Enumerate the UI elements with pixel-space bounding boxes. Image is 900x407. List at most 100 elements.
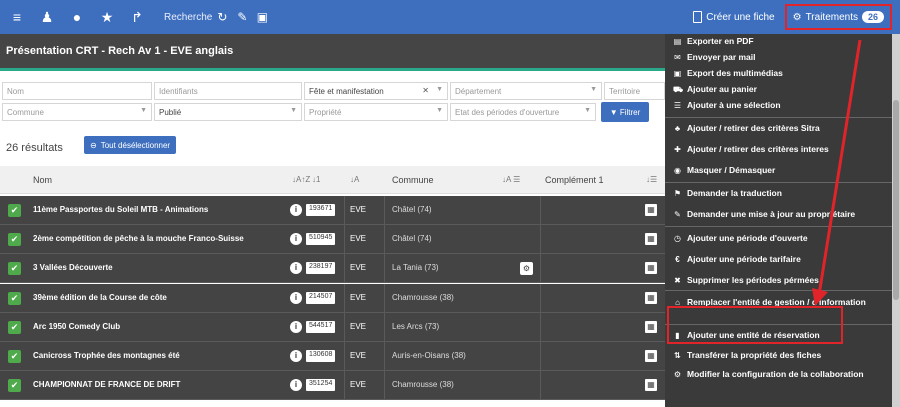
table-row[interactable]: ✔ 3 Vallées Découverte i 238197 EVE La Tania … (0, 254, 665, 284)
row-checkbox[interactable]: ✔ (8, 262, 21, 276)
sort-commune-icon[interactable]: ↓A ☰ (502, 175, 520, 184)
hamburger-menu-icon[interactable]: ≡ (2, 0, 32, 34)
menu-item[interactable]: ⚙ Modifier la configuration de la collabo… (665, 369, 892, 380)
row-type-code: EVE (350, 263, 367, 273)
row-name[interactable]: Arc 1950 Comedy Club (33, 322, 120, 331)
info-icon[interactable]: i (290, 262, 302, 275)
calendar-icon[interactable]: ▦ (645, 233, 657, 246)
list-icon: ☰ (673, 101, 682, 110)
table-row[interactable]: ✔ CHAMPIONNAT DE FRANCE DE DRIFT i 351254 EV… (0, 371, 665, 401)
menu-item[interactable]: ✖ Supprimer les périodes pérmées (665, 275, 892, 286)
type-select[interactable]: Fête et manifestation ✕ ▼ (304, 82, 448, 100)
menu-item-label: Ajouter au panier (687, 84, 757, 94)
menu-item-label: Ajouter à une sélection (687, 100, 781, 110)
row-id-badge: 214507 (306, 291, 336, 304)
etat-placeholder: Etat des périodes d'ouverture (455, 108, 560, 117)
sort-numeric-icon[interactable]: ↓1 (312, 175, 320, 184)
calendar-icon[interactable]: ▦ (645, 291, 657, 304)
menu-item[interactable]: ☰ Ajouter à une sélection (665, 100, 892, 111)
document-icon (693, 11, 703, 23)
calendar-icon[interactable]: ▦ (645, 320, 657, 333)
info-icon[interactable]: i (290, 291, 302, 304)
calendar-icon[interactable]: ▦ (645, 262, 657, 275)
row-checkbox[interactable]: ✔ (8, 233, 21, 247)
create-record-button[interactable]: Créer une fiche (693, 11, 775, 23)
row-checkbox[interactable]: ✔ (8, 379, 21, 393)
filtrer-button[interactable]: ▼ Filtrer (601, 102, 649, 122)
column-header-commune[interactable]: Commune (392, 175, 434, 185)
propriete-select[interactable]: Propriété ▼ (304, 103, 448, 121)
row-checkbox[interactable]: ✔ (8, 320, 21, 334)
table-row[interactable]: ✔ Arc 1950 Comedy Club i 544517 EVE Les Arcs … (0, 312, 665, 342)
row-checkbox[interactable]: ✔ (8, 350, 21, 363)
menu-item[interactable]: ✚ Ajouter / retirer des critères interes (665, 144, 892, 155)
menu-item[interactable]: ♣ Ajouter / retirer des critères Sitra (665, 123, 892, 134)
row-id-badge: 544517 (306, 320, 336, 333)
search-label[interactable]: Recherche (164, 12, 212, 23)
propriete-placeholder: Propriété (309, 108, 342, 117)
row-name[interactable]: CHAMPIONNAT DE FRANCE DE DRIFT (33, 380, 180, 389)
row-name[interactable]: 2ème compétition de pêche à la mouche Fr… (33, 234, 244, 243)
identifiants-input[interactable]: Identifiants (154, 82, 302, 100)
table-row[interactable]: ✔ 11ème Passportes du Soleil MTB - Animat… (0, 196, 665, 225)
info-icon[interactable]: i (290, 350, 302, 362)
departement-select[interactable]: Département ▼ (450, 82, 602, 100)
column-header-complement[interactable]: Complément 1 (545, 175, 604, 185)
menu-item[interactable]: ✎ Demander une mise à jour au propriétair… (665, 209, 892, 220)
transfer-icon: ⇅ (674, 351, 681, 360)
calendar-icon[interactable]: ▦ (645, 204, 657, 216)
refresh-icon[interactable]: ↻ (212, 0, 232, 34)
menu-item[interactable]: ◷ Ajouter une période d'ouverte (665, 233, 892, 244)
user-icon[interactable]: ♟ (32, 0, 62, 34)
menu-item[interactable]: ▣ Export des multimédias (665, 68, 892, 79)
chat-bubble-icon[interactable]: ● (62, 0, 92, 34)
menu-item[interactable]: ✉ Envoyer par mail (665, 52, 892, 63)
row-name[interactable]: 11ème Passportes du Soleil MTB - Animati… (33, 205, 208, 214)
table-row[interactable]: ✔ Canicross Trophée des montagnes été i 130… (0, 342, 665, 371)
info-icon[interactable]: i (290, 379, 302, 392)
traitements-button[interactable]: ⚙ Traitements 26 (784, 4, 892, 30)
info-icon[interactable]: i (290, 320, 302, 333)
calendar-icon[interactable]: ▦ (645, 379, 657, 392)
pencil-icon[interactable]: ✎ (232, 0, 252, 34)
row-id-badge: 130608 (306, 350, 336, 362)
chevron-down-icon: ▼ (590, 86, 597, 93)
envelope-icon: ✉ (674, 53, 681, 62)
column-divider (384, 225, 385, 254)
territoire-select[interactable]: Territoire (604, 82, 665, 100)
etat-periodes-select[interactable]: Etat des périodes d'ouverture ▼ (450, 103, 596, 121)
save-icon[interactable]: ▣ (252, 0, 272, 34)
row-checkbox[interactable]: ✔ (8, 204, 21, 217)
publie-select[interactable]: Publié ▼ (154, 103, 302, 121)
menu-divider (665, 182, 892, 183)
column-divider (540, 225, 541, 254)
sort-alpha-icon[interactable]: ↓A↑Z (292, 175, 310, 184)
chevron-down-icon: ▼ (436, 107, 443, 114)
info-icon[interactable]: i (290, 204, 302, 216)
menu-item[interactable]: ▤ Exporter en PDF (665, 36, 892, 47)
nom-input[interactable]: Nom (2, 82, 152, 100)
share-icon[interactable]: ↱ (122, 0, 152, 34)
sort-code-icon[interactable]: ↓A (350, 175, 359, 184)
table-row[interactable]: ✔ 39ème édition de la Course de côte i 2145… (0, 283, 665, 313)
menu-item[interactable]: ⚑ Demander la traduction (665, 188, 892, 199)
calendar-icon[interactable]: ▦ (645, 350, 657, 362)
commune-select[interactable]: Commune ▼ (2, 103, 152, 121)
settings-icon[interactable]: ⚙ (520, 262, 533, 276)
row-name[interactable]: Canicross Trophée des montagnes été (33, 351, 180, 360)
clear-icon[interactable]: ✕ (422, 86, 429, 95)
row-name[interactable]: 39ème édition de la Course de côte (33, 293, 167, 302)
menu-item[interactable]: ◉ Masquer / Démasquer (665, 165, 892, 176)
column-header-nom[interactable]: Nom (33, 175, 52, 185)
menu-item[interactable]: ⛟ Ajouter au panier (665, 84, 892, 95)
menu-item[interactable]: ⇅ Transférer la propriété des fiches (665, 350, 892, 361)
row-name[interactable]: 3 Vallées Découverte (33, 263, 113, 272)
row-checkbox[interactable]: ✔ (8, 291, 21, 305)
menu-item[interactable]: € Ajouter une période tarifaire (665, 254, 892, 265)
sort-complement-icon[interactable]: ↓☰ (646, 175, 657, 184)
star-icon[interactable]: ★ (92, 0, 122, 34)
table-row[interactable]: ✔ 2ème compétition de pêche à la mouche F… (0, 225, 665, 255)
info-icon[interactable]: i (290, 233, 302, 246)
scrollbar-thumb[interactable] (893, 100, 899, 300)
deselect-all-button[interactable]: ⊖ Tout désélectionner (84, 136, 177, 154)
